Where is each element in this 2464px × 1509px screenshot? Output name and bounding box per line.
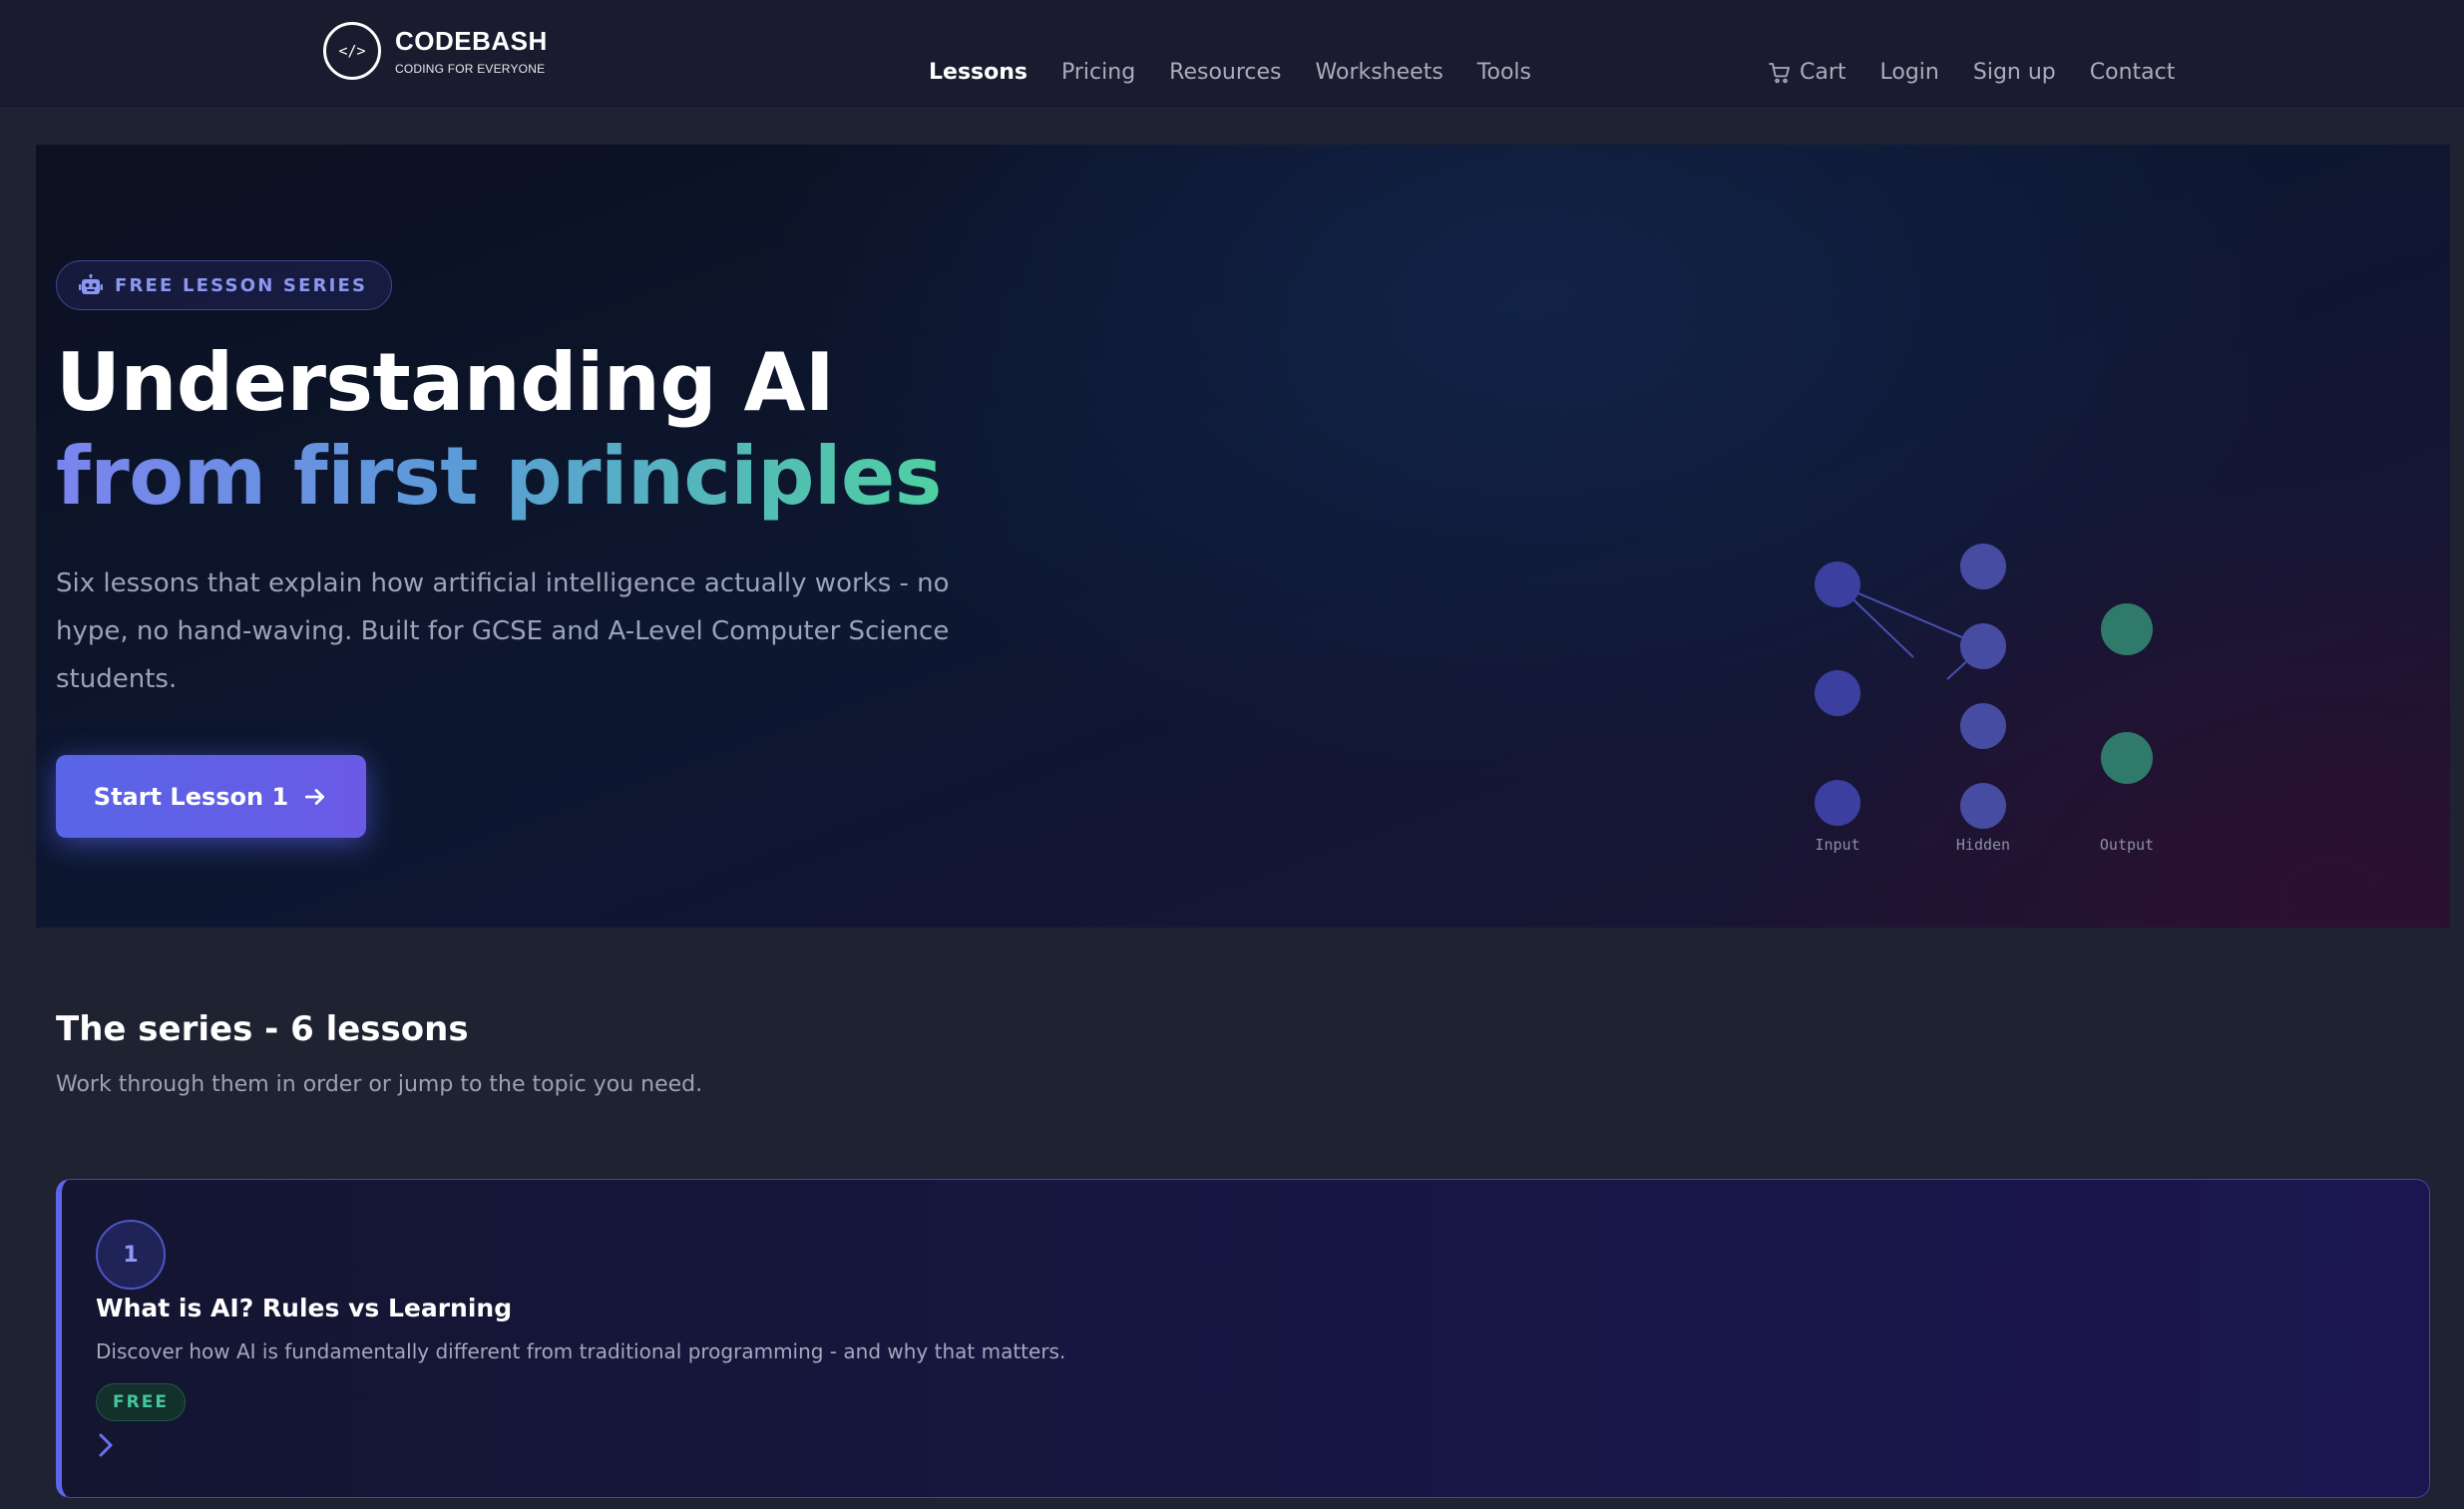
arrow-right-icon [305,788,325,805]
brand-name: CODEBASH [395,26,548,56]
lesson-description: Discover how AI is fundamentally differe… [96,1339,1066,1363]
lesson-series-badge: FREE LESSON SERIES [56,260,393,310]
brand-tagline: CODING FOR EVERYONE [395,62,546,76]
lesson-number: 1 [96,1220,166,1290]
hidden-node [1960,544,2006,589]
nav-resources[interactable]: Resources [1169,58,1281,88]
hidden-node [1960,623,2006,669]
hero-section: FREE LESSON SERIES Understanding AI from… [36,145,2450,928]
badge-label: FREE LESSON SERIES [115,274,368,296]
hero-title-line2: from first principles [56,430,942,523]
lesson-card[interactable]: 1 What is AI? Rules vs Learning Discover… [56,1179,2430,1498]
site-header: </> CODEBASH CODING FOR EVERYONE Lessons… [0,0,2464,109]
network-label-hidden: Hidden [1956,836,2010,854]
neural-network-diagram: Input Hidden Output [1815,544,2154,854]
hero-description: Six lessons that explain how artificial … [56,568,950,694]
logo[interactable]: </> CODEBASH CODING FOR EVERYONE [323,22,548,80]
input-node [1815,780,1860,826]
hidden-node [1960,703,2006,749]
start-lesson-button[interactable]: Start Lesson 1 [56,755,366,838]
lesson-title: What is AI? Rules vs Learning [96,1294,513,1322]
network-label-input: Input [1815,836,1859,854]
series-title: The series - 6 lessons [56,1009,469,1049]
output-node [2101,732,2153,784]
nav-login[interactable]: Login [1880,58,1939,88]
hero-title: Understanding AI from first principles [56,336,942,524]
nav-worksheets[interactable]: Worksheets [1316,58,1443,88]
series-subtitle: Work through them in order or jump to th… [56,1072,703,1097]
nav-cart[interactable]: Cart [1768,58,1847,88]
nav-signup[interactable]: Sign up [1973,58,2056,88]
hidden-node [1960,783,2006,829]
account-nav: Cart Login Sign up Contact [1768,58,2175,88]
code-icon: </> [323,22,381,80]
nav-cart-label: Cart [1800,60,1847,85]
logo-text: CODEBASH CODING FOR EVERYONE [395,26,548,76]
hero-title-line1: Understanding AI [56,336,835,429]
nav-lessons[interactable]: Lessons [929,58,1027,88]
free-badge: FREE [96,1383,186,1421]
output-node [2101,603,2153,655]
input-node [1815,670,1860,716]
network-label-output: Output [2100,836,2154,854]
nav-pricing[interactable]: Pricing [1061,58,1135,88]
chevron-right-icon[interactable] [96,1431,116,1459]
nav-tools[interactable]: Tools [1477,58,1531,88]
start-lesson-label: Start Lesson 1 [93,782,289,811]
robot-icon [79,274,103,294]
input-node [1815,562,1860,607]
main-nav: Lessons Pricing Resources Worksheets Too… [929,58,1531,88]
network-connection [1837,583,1984,647]
nav-contact[interactable]: Contact [2090,58,2176,88]
cart-icon [1769,63,1790,84]
